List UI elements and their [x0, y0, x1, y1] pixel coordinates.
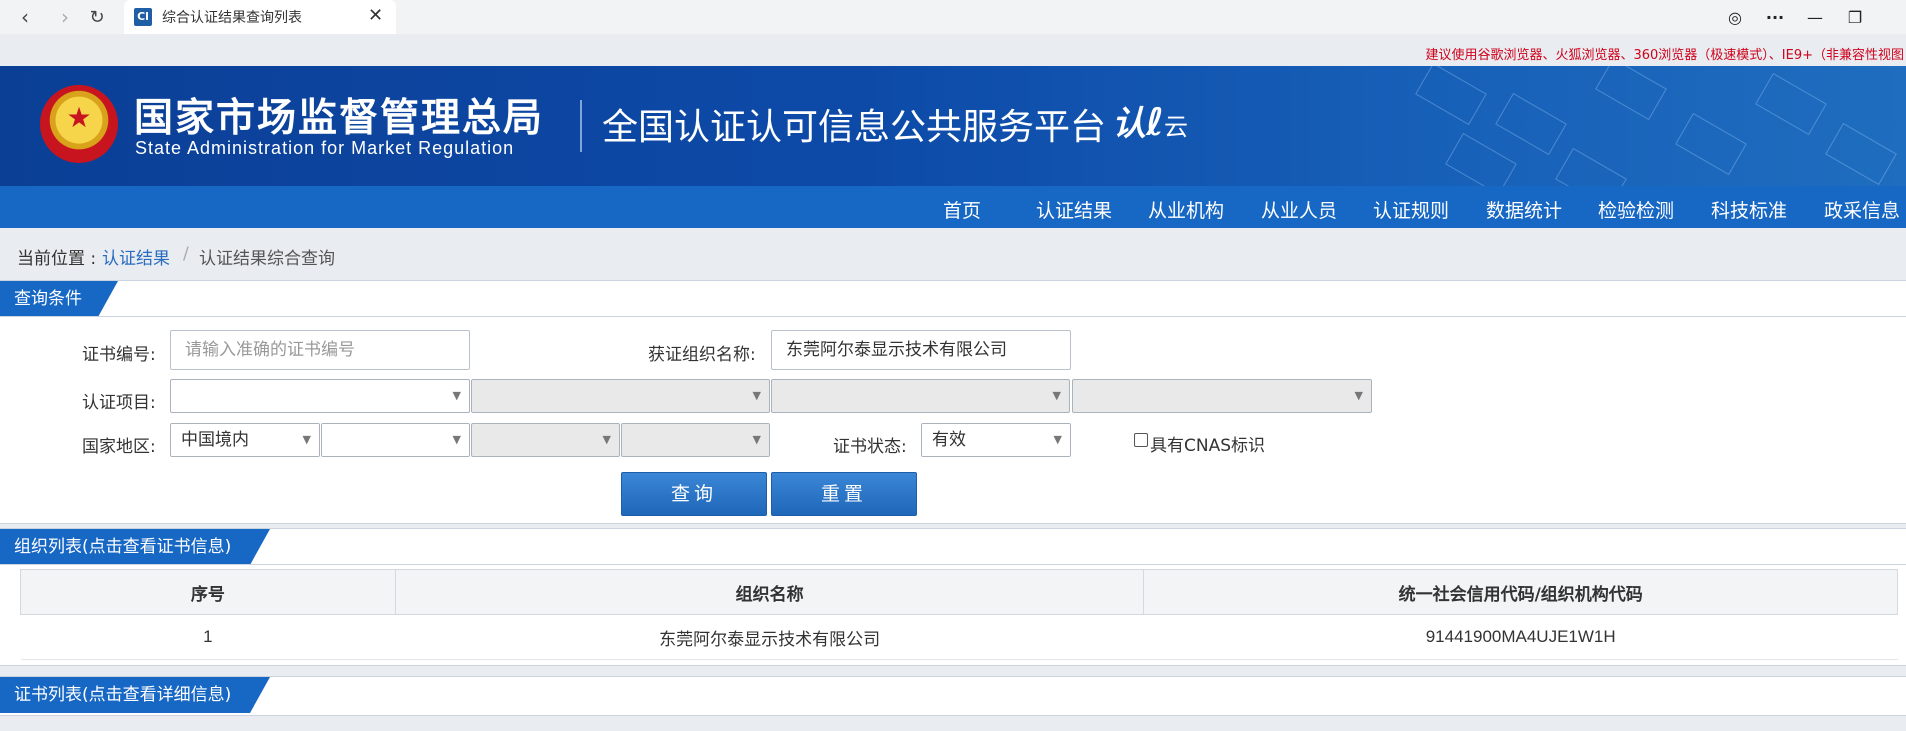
org-name-cn: 国家市场监督管理总局 [134, 96, 545, 141]
breadcrumb-separator: / [183, 244, 189, 264]
cert-no-label: 证书编号: [82, 345, 156, 365]
cert-list-tab: 证书列表(点击查看详细信息) [0, 677, 270, 713]
restore-icon[interactable]: ❐ [1838, 2, 1872, 32]
chevron-down-icon: ▼ [1354, 389, 1363, 402]
cert-no-input[interactable]: 请输入准确的证书编号 [170, 330, 470, 370]
cnas-label: 具有CNAS标识 [1150, 436, 1266, 456]
more-icon[interactable]: ··· [1758, 2, 1792, 32]
chevron-down-icon: ▼ [1053, 433, 1062, 446]
breadcrumb-link[interactable]: 认证结果 [102, 244, 170, 269]
breadcrumb-prefix: 当前位置 : [17, 249, 97, 269]
region-select-2[interactable]: ▼ [321, 423, 470, 457]
org-name-en: State Administration for Market Regulati… [135, 138, 515, 158]
nav-item-standards[interactable]: 科技标准 [1711, 196, 1787, 223]
cell-index: 1 [20, 614, 396, 660]
nav-item-personnel[interactable]: 从业人员 [1261, 196, 1337, 223]
chevron-down-icon: ▼ [452, 433, 461, 446]
project-select-4[interactable]: ▼ [1072, 379, 1372, 413]
project-select-2[interactable]: ▼ [471, 379, 770, 413]
region-select-1[interactable]: 中国境内 ▼ [170, 423, 320, 457]
nav-item-cert-results[interactable]: 认证结果 [1036, 196, 1112, 223]
chevron-down-icon: ▼ [752, 433, 761, 446]
region-select-value: 中国境内 [181, 430, 249, 450]
search-button[interactable]: 查询 [621, 472, 767, 516]
status-label: 证书状态: [833, 437, 907, 457]
reload-icon[interactable]: ↻ [82, 2, 112, 32]
cloud-logo: 认ℓ云 [1112, 100, 1188, 144]
breadcrumb-current: 认证结果综合查询 [199, 249, 335, 269]
nav-item-home[interactable]: 首页 [943, 196, 981, 223]
cell-credit-code: 91441900MA4UJE1W1H [1143, 614, 1898, 660]
org-name-input[interactable]: 东莞阿尔泰显示技术有限公司 [771, 330, 1071, 370]
org-list-tab: 组织列表(点击查看证书信息) [0, 529, 270, 565]
org-table: 序号 组织名称 统一社会信用代码/组织机构代码 1 东莞阿尔泰显示技术有限公司 … [20, 569, 1898, 660]
chevron-down-icon: ▼ [1052, 389, 1061, 402]
browser-notice-bar: 建议使用谷歌浏览器、火狐浏览器、360浏览器（极速模式）、IE9+（非兼容性视图 [0, 34, 1906, 66]
close-tab-icon[interactable]: ✕ [368, 5, 383, 26]
project-label: 认证项目: [82, 393, 156, 413]
browser-tab[interactable]: Cl 综合认证结果查询列表 ✕ [124, 0, 396, 34]
status-select[interactable]: 有效 ▼ [921, 423, 1071, 457]
globe-icon[interactable]: ◎ [1718, 2, 1752, 32]
logo-text: 认 [1112, 104, 1146, 144]
chevron-down-icon: ▼ [452, 389, 461, 402]
main-nav: 首页 认证结果 从业机构 从业人员 认证规则 数据统计 检验检测 科技标准 政采… [0, 186, 1906, 228]
nav-item-procurement[interactable]: 政采信息 [1824, 196, 1900, 223]
chevron-down-icon: ▼ [602, 433, 611, 446]
logo-sub: 云 [1163, 113, 1188, 141]
table-header-row: 序号 组织名称 统一社会信用代码/组织机构代码 [20, 569, 1898, 615]
region-select-3[interactable]: ▼ [471, 423, 620, 457]
cell-org-name[interactable]: 东莞阿尔泰显示技术有限公司 [395, 614, 1144, 660]
col-header-index: 序号 [20, 569, 396, 615]
project-select-3[interactable]: ▼ [771, 379, 1070, 413]
region-label: 国家地区: [82, 437, 156, 457]
back-icon[interactable]: ‹ [10, 2, 40, 32]
header-divider [580, 100, 582, 152]
reset-button[interactable]: 重置 [771, 472, 917, 516]
cnas-checkbox[interactable] [1134, 433, 1148, 447]
chevron-down-icon: ▼ [302, 433, 311, 446]
project-select-1[interactable]: ▼ [170, 379, 470, 413]
nav-item-rules[interactable]: 认证规则 [1373, 196, 1449, 223]
cert-list-panel: 证书列表(点击查看详细信息) [0, 676, 1906, 716]
query-panel-tab: 查询条件 [0, 281, 118, 317]
nav-item-inspection[interactable]: 检验检测 [1598, 196, 1674, 223]
org-list-panel: 组织列表(点击查看证书信息) 序号 组织名称 统一社会信用代码/组织机构代码 1… [0, 528, 1906, 666]
platform-title: 全国认证认可信息公共服务平台 [602, 107, 1107, 148]
tab-title: 综合认证结果查询列表 [162, 10, 302, 26]
national-emblem-icon: ★ [40, 85, 118, 163]
browser-titlebar: ‹ › ↻ Cl 综合认证结果查询列表 ✕ ◎ ··· — ❐ [0, 0, 1906, 34]
col-header-org-name: 组织名称 [394, 569, 1145, 615]
breadcrumb: 当前位置 : 认证结果 / 认证结果综合查询 [0, 228, 1906, 280]
status-select-value: 有效 [932, 430, 966, 450]
query-panel: 查询条件 证书编号: 请输入准确的证书编号 获证组织名称: 东莞阿尔泰显示技术有… [0, 280, 1906, 524]
minimize-icon[interactable]: — [1798, 2, 1832, 32]
org-name-label: 获证组织名称: [648, 345, 756, 365]
favicon-icon: Cl [134, 8, 152, 26]
site-header: ★ 国家市场监督管理总局 State Administration for Ma… [0, 66, 1906, 186]
region-select-4[interactable]: ▼ [621, 423, 770, 457]
table-row[interactable]: 1 东莞阿尔泰显示技术有限公司 91441900MA4UJE1W1H [20, 614, 1898, 660]
forward-icon[interactable]: › [50, 2, 80, 32]
col-header-credit-code: 统一社会信用代码/组织机构代码 [1143, 569, 1898, 615]
nav-item-statistics[interactable]: 数据统计 [1486, 196, 1562, 223]
browser-notice: 建议使用谷歌浏览器、火狐浏览器、360浏览器（极速模式）、IE9+（非兼容性视图 [1425, 48, 1904, 63]
chevron-down-icon: ▼ [752, 389, 761, 402]
nav-item-institutions[interactable]: 从业机构 [1148, 196, 1224, 223]
